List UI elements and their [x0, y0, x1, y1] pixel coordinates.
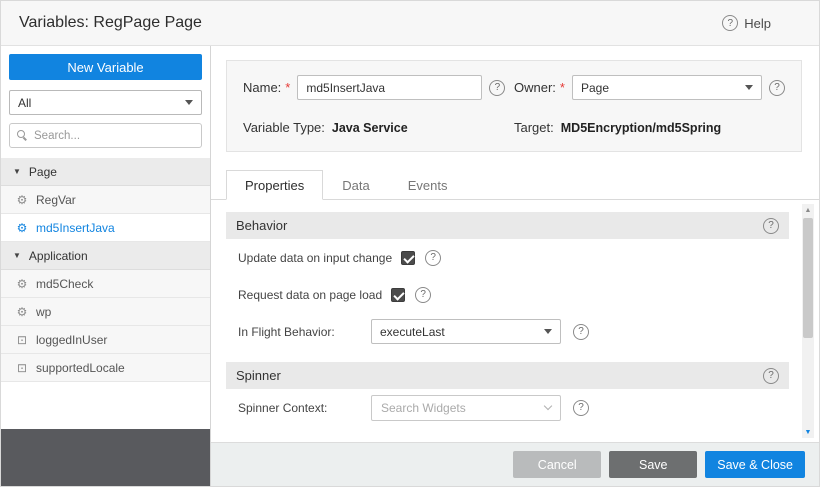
property-label: Update data on input change: [238, 251, 392, 265]
tree-group-label: Application: [29, 249, 88, 263]
cancel-button[interactable]: Cancel: [513, 451, 601, 478]
sidebar-bottom-panel: [1, 429, 210, 486]
new-variable-button[interactable]: New Variable: [9, 54, 202, 80]
variable-item-label: supportedLocale: [36, 361, 125, 375]
name-field-group: Name: * ?: [243, 75, 514, 100]
variable-item-label: md5InsertJava: [36, 221, 115, 235]
tree-group-application[interactable]: ▼ Application: [1, 242, 210, 270]
required-marker: *: [285, 80, 290, 95]
property-help-icon[interactable]: ?: [573, 324, 589, 340]
caret-down-icon: [544, 329, 552, 334]
name-input[interactable]: [297, 75, 482, 100]
property-row-in-flight: In Flight Behavior: executeLast ?: [226, 313, 789, 350]
variable-item-label: RegVar: [36, 193, 76, 207]
caret-down-icon: [745, 85, 753, 90]
variable-type-label: Variable Type:: [243, 120, 325, 135]
scrollbar-thumb[interactable]: [803, 218, 813, 338]
property-help-icon[interactable]: ?: [573, 400, 589, 416]
required-marker: *: [560, 80, 565, 95]
section-header-spinner: Spinner ?: [226, 362, 789, 389]
update-data-checkbox[interactable]: [401, 251, 415, 265]
chevron-down-icon: [544, 402, 552, 410]
service-variable-icon: ⚙: [15, 193, 29, 207]
property-label: Request data on page load: [238, 288, 382, 302]
tree-group-page[interactable]: ▼ Page: [1, 158, 210, 186]
variable-item-md5check[interactable]: ⚙ md5Check: [1, 270, 210, 298]
caret-down-icon: [185, 100, 193, 105]
collapse-icon: ▼: [13, 251, 21, 260]
search-input[interactable]: [34, 130, 194, 142]
dialog-footer: Cancel Save Save & Close: [211, 442, 819, 486]
dialog-header: Variables: RegPage Page ? Help: [1, 1, 819, 46]
section-title: Behavior: [236, 218, 287, 233]
property-help-icon[interactable]: ?: [425, 250, 441, 266]
property-row-request-data: Request data on page load ?: [226, 276, 789, 313]
spinner-context-combobox[interactable]: Search Widgets: [371, 395, 561, 421]
variable-item-supportedlocale[interactable]: ⊡ supportedLocale: [1, 354, 210, 382]
help-label: Help: [744, 16, 771, 31]
variable-detail-panel: Name: * ? Owner: * Page ?: [211, 46, 819, 486]
variable-item-loggedinuser[interactable]: ⊡ loggedInUser: [1, 326, 210, 354]
behavior-help-icon[interactable]: ?: [763, 218, 779, 234]
variable-item-label: md5Check: [36, 277, 93, 291]
collapse-icon: ▼: [13, 167, 21, 176]
variable-type-value: Java Service: [332, 121, 408, 135]
owner-select[interactable]: Page: [572, 75, 762, 100]
property-label: In Flight Behavior:: [238, 325, 371, 339]
request-data-checkbox[interactable]: [391, 288, 405, 302]
spinner-context-placeholder: Search Widgets: [381, 401, 466, 415]
help-button[interactable]: ? Help: [722, 15, 771, 31]
service-variable-icon: ⚙: [15, 221, 29, 235]
owner-field-group: Owner: * Page ?: [514, 75, 785, 100]
variable-item-regvar[interactable]: ⚙ RegVar: [1, 186, 210, 214]
variable-item-label: wp: [36, 305, 51, 319]
variable-item-wp[interactable]: ⚙ wp: [1, 298, 210, 326]
name-help-icon[interactable]: ?: [489, 80, 505, 96]
entity-variable-icon: ⊡: [15, 333, 29, 347]
variable-item-label: loggedInUser: [36, 333, 107, 347]
service-variable-icon: ⚙: [15, 277, 29, 291]
target-value: MD5Encryption/md5Spring: [561, 121, 721, 135]
variables-sidebar: New Variable All ▼ Page ⚙ RegVar: [1, 46, 211, 486]
scroll-down-icon[interactable]: ▼: [802, 426, 814, 438]
variable-filter-select[interactable]: All: [9, 90, 202, 115]
section-header-behavior: Behavior ?: [226, 212, 789, 239]
entity-variable-icon: ⊡: [15, 361, 29, 375]
tab-data[interactable]: Data: [323, 170, 388, 200]
variable-filter-value: All: [18, 96, 31, 110]
tab-events[interactable]: Events: [389, 170, 467, 200]
in-flight-behavior-value: executeLast: [380, 325, 445, 339]
variable-form-panel: Name: * ? Owner: * Page ?: [226, 60, 802, 152]
name-label: Name:: [243, 80, 281, 95]
variables-dialog: Variables: RegPage Page ? Help New Varia…: [0, 0, 820, 487]
help-icon: ?: [722, 15, 738, 31]
variable-item-md5insertjava[interactable]: ⚙ md5InsertJava: [1, 214, 210, 242]
in-flight-behavior-select[interactable]: executeLast: [371, 319, 561, 344]
tab-properties[interactable]: Properties: [226, 170, 323, 200]
tree-group-label: Page: [29, 165, 57, 179]
property-row-update-data: Update data on input change ?: [226, 239, 789, 276]
variable-search-box[interactable]: [9, 123, 202, 148]
save-and-close-button[interactable]: Save & Close: [705, 451, 805, 478]
scroll-up-icon[interactable]: ▲: [802, 204, 814, 216]
section-title: Spinner: [236, 368, 281, 383]
property-help-icon[interactable]: ?: [415, 287, 431, 303]
search-icon: [17, 130, 28, 141]
property-label: Spinner Context:: [238, 401, 371, 415]
properties-scroll-area: Behavior ? Update data on input change ?…: [211, 200, 819, 442]
dialog-title: Variables: RegPage Page: [19, 14, 202, 32]
target-label: Target:: [514, 120, 554, 135]
save-button[interactable]: Save: [609, 451, 697, 478]
variable-type-group: Variable Type: Java Service: [243, 120, 514, 135]
owner-select-value: Page: [581, 81, 609, 95]
target-group: Target: MD5Encryption/md5Spring: [514, 120, 785, 135]
owner-help-icon[interactable]: ?: [769, 80, 785, 96]
detail-tabs: Properties Data Events: [211, 170, 819, 200]
variables-tree: ▼ Page ⚙ RegVar ⚙ md5InsertJava ▼ Applic…: [1, 158, 210, 382]
property-row-spinner-context: Spinner Context: Search Widgets ?: [226, 389, 789, 426]
spinner-help-icon[interactable]: ?: [763, 368, 779, 384]
vertical-scrollbar[interactable]: ▲ ▼: [802, 204, 814, 438]
service-variable-icon: ⚙: [15, 305, 29, 319]
owner-label: Owner:: [514, 80, 556, 95]
